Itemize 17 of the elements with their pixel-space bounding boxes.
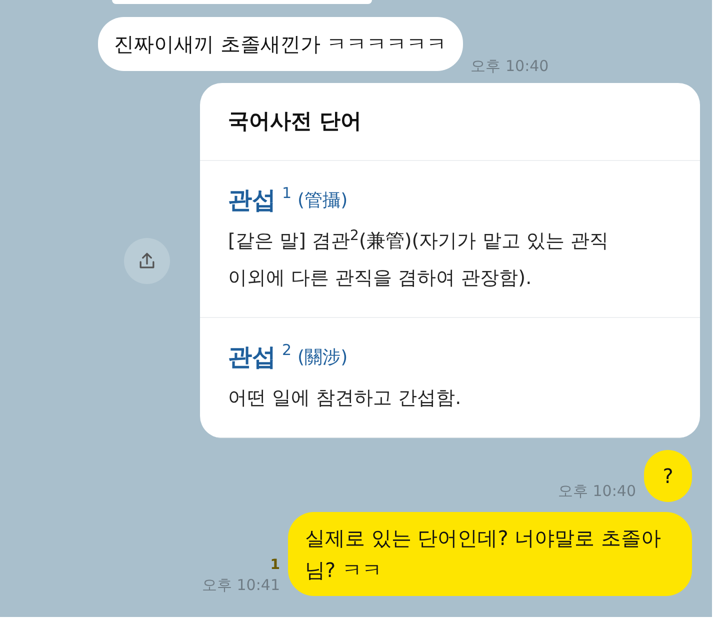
message-time: 오후 10:41 xyxy=(202,574,280,596)
message-time: 오후 10:40 xyxy=(558,480,636,502)
entry-definition: 어떤 일에 참견하고 간섭함. xyxy=(228,386,462,411)
unread-count: 1 xyxy=(270,556,280,574)
share-button[interactable] xyxy=(124,238,170,284)
entry-definition: [같은 말] 겸관$^{2}$(兼管)(자기가 맡고 있는 관직 이외에 다른 관직을 겸하여 관장함). xyxy=(228,226,610,291)
card-title: 국어사전 단어 xyxy=(228,108,362,135)
message-bubble: 실제로 있는 단어인데? 너야말로 초졸아님? ㅋㅋ xyxy=(288,512,692,596)
entry-hanja: (管攝) xyxy=(298,189,348,213)
entry-hanja: (關涉) xyxy=(298,346,348,370)
entry-word[interactable]: 관섭 xyxy=(228,340,276,374)
entry-number: 1 xyxy=(282,183,292,203)
entry-word[interactable]: 관섭 xyxy=(228,183,276,217)
message-time: 오후 10:40 xyxy=(470,56,549,76)
message-bubble: ? xyxy=(644,450,692,502)
entry-number: 2 xyxy=(282,340,292,360)
message-bubble: 진짜이새끼 초졸새낀가 ㅋㅋㅋㅋㅋㅋ xyxy=(98,17,463,71)
